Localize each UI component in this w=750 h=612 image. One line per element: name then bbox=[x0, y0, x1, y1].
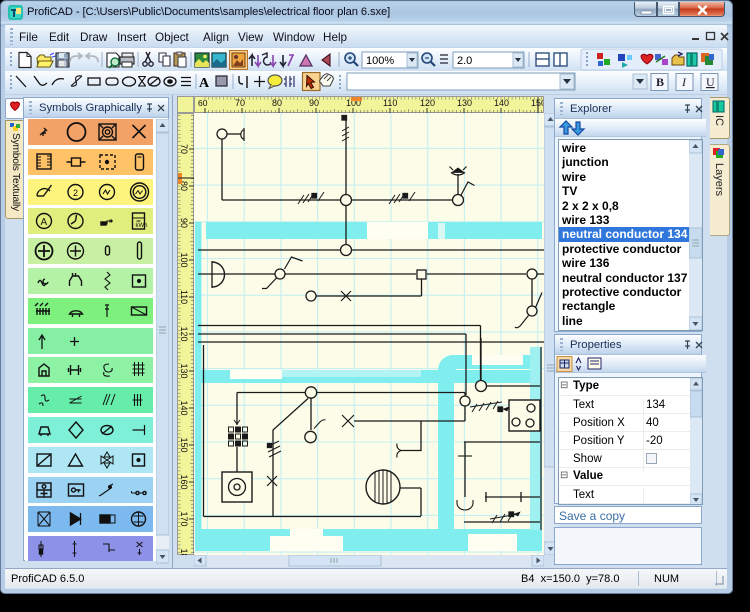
svg-text:60: 60 bbox=[198, 98, 208, 108]
svg-text:U: U bbox=[706, 75, 715, 89]
svg-text:2: 2 bbox=[73, 188, 78, 198]
svg-text:80: 80 bbox=[272, 98, 282, 108]
svg-text:130: 130 bbox=[457, 98, 472, 108]
svg-text:150: 150 bbox=[531, 98, 543, 108]
svg-text:180: 180 bbox=[179, 548, 189, 555]
svg-text:A: A bbox=[199, 76, 210, 91]
svg-text:120: 120 bbox=[420, 98, 435, 108]
svg-text:2.0: 2.0 bbox=[457, 55, 472, 67]
svg-text:140: 140 bbox=[494, 98, 509, 108]
svg-text:A: A bbox=[41, 217, 48, 228]
svg-text:kWh: kWh bbox=[136, 223, 148, 229]
svg-text:90: 90 bbox=[309, 98, 319, 108]
svg-text:B: B bbox=[656, 75, 664, 89]
svg-text:100%: 100% bbox=[366, 55, 394, 67]
svg-text:70: 70 bbox=[235, 98, 245, 108]
